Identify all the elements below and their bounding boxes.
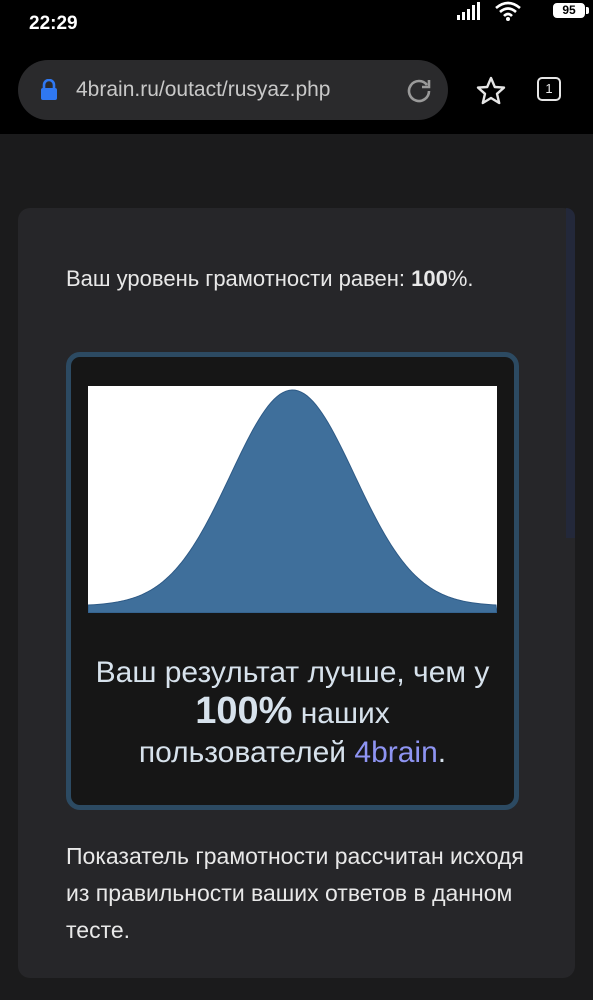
bell-curve-chart [88,386,497,613]
battery-icon: 95 [553,2,593,20]
status-bar: 22:29 95 [0,0,593,48]
result-percent: 100% [195,690,293,732]
tabs-count-button[interactable]: 1 [537,77,561,101]
explanation-text: Показатель грамотности рассчитан исходя … [66,843,524,943]
brand-link[interactable]: 4brain [354,736,437,769]
url-text: 4brain.ru/outact/rusyaz.php [76,78,331,101]
result-box: Ваш результат лучше, чем у 100% наших по… [66,352,519,810]
bookmark-star-icon[interactable] [475,75,507,107]
status-time: 22:29 [29,13,78,34]
result-card: Ваш уровень грамотности равен: 100%. Ваш… [18,208,575,978]
wifi-icon [495,1,521,21]
literacy-level-text: Ваш уровень грамотности равен: 100%. [66,266,474,291]
address-bar[interactable]: 4brain.ru/outact/rusyaz.php [18,60,448,120]
browser-toolbar: 4brain.ru/outact/rusyaz.php 1 [0,48,593,134]
lock-icon [41,79,57,100]
bell-curve-area [88,389,497,613]
page-content: Ваш уровень грамотности равен: 100%. Ваш… [0,134,593,1000]
literacy-level-value: 100 [411,266,448,291]
reload-icon[interactable] [406,77,432,103]
battery-level: 95 [553,3,585,18]
result-comparison: Ваш результат лучше, чем у 100% наших по… [95,656,490,769]
signal-icon [457,2,480,20]
